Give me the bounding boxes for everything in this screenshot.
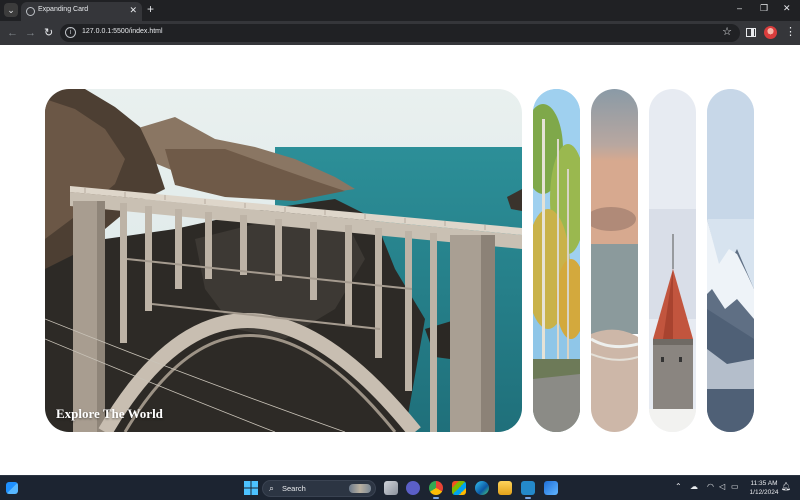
browser-menu-icon[interactable]: ⋮ <box>785 25 796 38</box>
close-window-button[interactable]: ✕ <box>783 3 791 14</box>
taskbar-search-placeholder: Search <box>282 484 306 493</box>
browser-tab[interactable]: Expanding Card ✕ <box>21 2 142 21</box>
panel-forest[interactable] <box>533 89 580 432</box>
globe-icon <box>26 7 35 16</box>
taskbar-clock[interactable]: 11:35 AM 1/12/2024 <box>744 479 784 497</box>
forward-button[interactable]: → <box>25 25 36 41</box>
beach-image <box>591 89 638 432</box>
volume-icon[interactable]: ◁ <box>719 482 725 491</box>
panel-title: Explore The World <box>56 406 163 421</box>
cloud-icon[interactable]: ☁ <box>690 482 698 491</box>
chevron-up-icon[interactable]: ⌃ <box>675 482 682 491</box>
back-button[interactable]: ← <box>7 25 18 41</box>
taskbar-search-box[interactable]: ⌕ Search <box>262 480 376 497</box>
widgets-icon[interactable] <box>6 482 18 494</box>
bridge-coast-image <box>45 89 522 432</box>
page-content: Explore The World <box>0 45 800 475</box>
bookmark-star-icon[interactable]: ☆ <box>722 25 732 38</box>
panel-beach[interactable] <box>591 89 638 432</box>
reload-button[interactable]: ↻ <box>44 25 53 41</box>
clock-time: 11:35 AM <box>750 480 778 487</box>
photos-icon[interactable] <box>544 481 558 495</box>
edge-icon[interactable] <box>475 481 489 495</box>
profile-avatar[interactable] <box>764 26 777 39</box>
forest-image <box>533 89 580 432</box>
taskbar: ⌕ Search ⌃ ☁ ◠ ◁ ▭ 11:35 AM 1/12/2024 🔔︎ <box>0 475 800 500</box>
task-view-icon[interactable] <box>384 481 398 495</box>
panel-castle[interactable] <box>649 89 696 432</box>
new-tab-button[interactable]: + <box>147 2 154 16</box>
panel-mountain[interactable] <box>707 89 754 432</box>
castle-image <box>649 89 696 432</box>
panel-explore-the-world[interactable]: Explore The World <box>45 89 522 432</box>
battery-icon[interactable]: ▭ <box>731 482 739 491</box>
browser-toolbar: ← → ↻ i 127.0.0.1:5500/index.html ☆ ⋮ <box>0 21 800 45</box>
chrome-active-indicator <box>433 497 439 499</box>
browser-tab-strip: ⌄ Expanding Card ✕ + – ❐ ✕ <box>0 0 800 21</box>
mountain-image <box>707 89 754 432</box>
tab-title: Expanding Card <box>38 6 89 13</box>
tab-search-button[interactable]: ⌄ <box>4 3 18 17</box>
file-explorer-icon[interactable] <box>498 481 512 495</box>
meet-icon[interactable] <box>406 481 420 495</box>
address-bar[interactable]: i 127.0.0.1:5500/index.html ☆ <box>60 24 740 42</box>
start-icon[interactable] <box>244 481 258 495</box>
search-icon: ⌕ <box>269 483 275 493</box>
store-icon[interactable] <box>452 481 466 495</box>
minimize-button[interactable]: – <box>737 3 742 13</box>
notification-bell-icon[interactable]: 🔔︎ <box>781 482 791 491</box>
search-highlight-image <box>349 484 371 493</box>
url-text: 127.0.0.1:5500/index.html <box>82 28 163 35</box>
site-info-icon[interactable]: i <box>65 27 76 38</box>
side-panel-icon[interactable] <box>746 28 756 37</box>
clock-date: 1/12/2024 <box>749 489 779 496</box>
vscode-icon[interactable] <box>521 481 535 495</box>
restore-button[interactable]: ❐ <box>760 3 768 14</box>
tab-close-icon[interactable]: ✕ <box>129 5 137 16</box>
chrome-icon[interactable] <box>429 481 443 495</box>
vscode-active-indicator <box>525 497 531 499</box>
wifi-icon[interactable]: ◠ <box>707 482 714 491</box>
